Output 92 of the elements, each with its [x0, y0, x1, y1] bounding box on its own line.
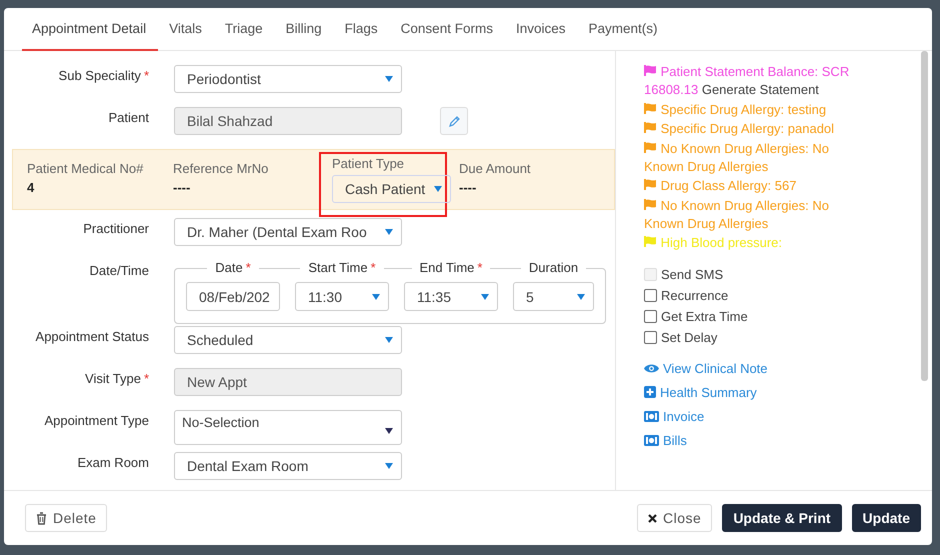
- date-field[interactable]: 08/Feb/202: [186, 282, 280, 311]
- select-field[interactable]: 5: [513, 282, 594, 311]
- flag-icon: [644, 179, 657, 190]
- field-label: Date/Time: [90, 263, 149, 278]
- required-mark: *: [246, 260, 251, 275]
- field-label: Patient: [108, 110, 149, 125]
- field-label: Start Time: [308, 260, 368, 275]
- field-label: Practitioner: [83, 221, 149, 236]
- select-field[interactable]: Scheduled: [174, 326, 402, 354]
- info-value: ----: [173, 180, 192, 195]
- select-field[interactable]: No-Selection: [174, 410, 402, 445]
- tab[interactable]: Billing: [276, 8, 334, 51]
- flag-icon: [644, 122, 657, 133]
- link[interactable]: Invoice: [663, 408, 704, 424]
- action-button[interactable]: Update & Print: [722, 504, 842, 532]
- banknote-icon: [644, 434, 659, 446]
- plus-square-icon: [644, 386, 656, 398]
- field-label: Exam Room: [77, 455, 149, 470]
- select-field[interactable]: Dental Exam Room: [174, 452, 402, 480]
- flag-icon: [644, 142, 657, 152]
- link[interactable]: Health Summary: [660, 384, 757, 400]
- alert-text: No Known Drug Allergies: No Known Drug Allergies: [644, 196, 830, 232]
- select-field[interactable]: Periodontist: [174, 65, 402, 93]
- field-label: Visit Type: [85, 371, 141, 386]
- close-icon: [648, 514, 658, 522]
- select-field[interactable]: 11:30: [295, 282, 389, 311]
- select-field[interactable]: Cash Patient: [332, 175, 451, 203]
- field-label: Appointment Type: [44, 413, 149, 428]
- checkbox[interactable]: [644, 330, 657, 344]
- flag-icon: [644, 102, 657, 114]
- readonly-field: New Appt: [174, 368, 402, 396]
- tab[interactable]: Vitals: [159, 8, 214, 51]
- select-field[interactable]: 11:35: [404, 282, 498, 311]
- caret-icon: [385, 337, 393, 343]
- delete-button[interactable]: Delete: [25, 504, 108, 532]
- checkbox-label: Recurrence: [661, 288, 728, 302]
- tab[interactable]: Invoices: [506, 8, 578, 51]
- readonly-field: Bilal Shahzad: [174, 107, 402, 135]
- eye-icon: [644, 362, 659, 374]
- tab[interactable]: Payment(s): [578, 8, 670, 51]
- field-label: Appointment Status: [36, 329, 149, 344]
- required-mark: *: [144, 68, 149, 83]
- close-button[interactable]: Close: [637, 504, 712, 532]
- field-label: End Time: [420, 260, 474, 275]
- alert-text: Drug Class Allergy: 567: [644, 177, 860, 195]
- select-field[interactable]: Dr. Maher (Dental Exam Roo: [174, 218, 402, 246]
- alert-text: Patient Statement Balance: SCR 16808.13 Generate Statement: [644, 63, 850, 99]
- alert-text: Specific Drug Allergy: testing: [644, 100, 860, 118]
- info-label: Patient Medical No#: [27, 161, 144, 176]
- info-value: 4: [27, 180, 36, 195]
- flag-icon: [644, 236, 657, 247]
- banknote-icon: [644, 410, 659, 422]
- caret-icon: [385, 229, 393, 235]
- alert-text: Specific Drug Allergy: panadol: [644, 120, 860, 138]
- flag-icon: [644, 65, 657, 76]
- tab[interactable]: Flags: [334, 8, 390, 51]
- caret-icon: [385, 463, 393, 469]
- checkbox[interactable]: [644, 288, 657, 302]
- caret-icon: [434, 186, 442, 192]
- flag-icon: [644, 198, 657, 210]
- scrollbar[interactable]: [921, 51, 928, 381]
- info-label: Reference MrNo: [173, 161, 270, 176]
- caret-icon: [372, 294, 380, 300]
- checkbox-label: Set Delay: [661, 330, 718, 344]
- link[interactable]: View Clinical Note: [663, 360, 768, 376]
- link[interactable]: Bills: [663, 432, 687, 448]
- info-label: Due Amount: [459, 161, 532, 176]
- field-label: Sub Speciality: [58, 68, 141, 83]
- tab[interactable]: Triage: [214, 8, 275, 51]
- caret-icon: [385, 76, 393, 82]
- checkbox-label: Get Extra Time: [661, 308, 748, 324]
- tab[interactable]: Appointment Detail: [22, 8, 158, 51]
- alert-text: High Blood pressure:: [644, 234, 860, 252]
- trash-icon: [36, 512, 47, 524]
- alert-text: No Known Drug Allergies: No Known Drug Allergies: [644, 140, 830, 176]
- field-label: Date: [215, 260, 243, 275]
- field-label: Duration: [528, 260, 578, 275]
- checkbox[interactable]: [644, 310, 657, 322]
- pencil-icon: [448, 114, 460, 128]
- action-button[interactable]: Update: [852, 504, 921, 532]
- required-mark: *: [144, 371, 149, 386]
- info-value: ----: [459, 180, 478, 195]
- tab[interactable]: Consent Forms: [390, 8, 505, 51]
- required-mark: *: [477, 260, 482, 275]
- caret-icon: [481, 294, 489, 300]
- required-mark: *: [370, 260, 376, 275]
- caret-icon: [577, 294, 585, 300]
- caret-icon: [385, 428, 393, 434]
- info-label: Patient Type: [332, 156, 406, 171]
- checkbox-label: Send SMS: [661, 266, 724, 282]
- edit-button[interactable]: [440, 107, 468, 135]
- generate-statement-link[interactable]: Generate Statement: [702, 82, 819, 97]
